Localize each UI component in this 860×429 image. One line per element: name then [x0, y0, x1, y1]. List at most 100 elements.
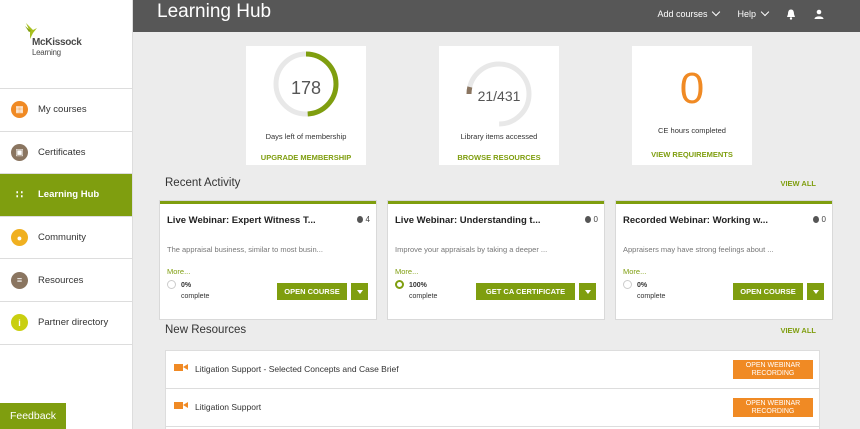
- user-menu[interactable]: [814, 9, 824, 19]
- progress-text: 0% complete: [181, 280, 209, 302]
- view-count-value: 4: [365, 215, 370, 224]
- activity-card-title[interactable]: Live Webinar: Understanding t...: [395, 215, 541, 226]
- activity-card-description: Appraisers may have strong feelings abou…: [623, 245, 774, 254]
- get-ca-certificate-button[interactable]: GET CA CERTIFICATE: [476, 283, 575, 300]
- chevron-down-icon[interactable]: [807, 283, 824, 300]
- progress-text: 0% complete: [637, 280, 665, 302]
- view-count: 0: [812, 215, 826, 224]
- bell-icon: [787, 9, 795, 20]
- chevron-down-icon: [760, 7, 770, 17]
- recent-view-all-link[interactable]: VIEW ALL: [780, 179, 816, 188]
- view-count-value: 0: [821, 215, 826, 224]
- more-link[interactable]: More...: [167, 267, 190, 276]
- add-courses-label: Add courses: [657, 9, 708, 19]
- help-menu[interactable]: Help: [737, 7, 770, 19]
- activity-card-description: Improve your appraisals by taking a deep…: [395, 245, 548, 254]
- sidebar: McKissock Learning ▦ My courses ▣ Certif…: [0, 0, 133, 429]
- progress-percent: 0%: [637, 282, 648, 289]
- sidebar-item-label: Certificates: [38, 146, 86, 158]
- add-courses-menu[interactable]: Add courses: [657, 7, 721, 19]
- list-item[interactable]: Litigation Support OPEN WEBINAR RECORDIN…: [166, 389, 819, 427]
- notifications-button[interactable]: [786, 9, 796, 20]
- video-camera-icon: [174, 402, 188, 409]
- progress-percent: 100%: [409, 282, 427, 289]
- eye-icon: [584, 216, 591, 223]
- activity-card[interactable]: Recorded Webinar: Working w... 0 Apprais…: [616, 201, 832, 319]
- ce-hours-label: CE hours completed: [658, 126, 726, 135]
- library-stat-card: 21/431 Library items accessed BROWSE RES…: [439, 46, 559, 165]
- list-item[interactable]: Litigation Support - Selected Concepts a…: [166, 351, 819, 389]
- sidebar-item-label: Partner directory: [38, 317, 109, 329]
- top-bar: Learning Hub Add courses Help: [133, 0, 860, 32]
- view-count: 0: [584, 215, 598, 224]
- sidebar-item-learning-hub[interactable]: ∷ Learning Hub: [0, 174, 132, 217]
- new-resources-title: New Resources: [165, 324, 247, 336]
- resource-title[interactable]: Litigation Support - Selected Concepts a…: [195, 364, 399, 374]
- ce-hours-stat-card: 0 CE hours completed VIEW REQUIREMENTS: [632, 46, 752, 165]
- resources-list: Litigation Support - Selected Concepts a…: [165, 350, 820, 429]
- progress-complete-label: complete: [637, 293, 666, 300]
- view-count: 4: [356, 215, 370, 224]
- video-camera-icon: [174, 364, 188, 371]
- book-icon: ▦: [11, 101, 28, 119]
- library-items-value: 21/431: [477, 88, 521, 104]
- browse-resources-link[interactable]: BROWSE RESOURCES: [439, 153, 559, 162]
- feedback-button[interactable]: Feedback: [0, 403, 66, 429]
- open-course-button[interactable]: OPEN COURSE: [277, 283, 347, 300]
- stack-icon: ≡: [11, 271, 28, 289]
- sidebar-item-label: My courses: [38, 104, 87, 116]
- more-link[interactable]: More...: [623, 267, 646, 276]
- sidebar-item-label: Community: [38, 232, 87, 244]
- activity-card-description: The appraisal business, similar to most …: [167, 245, 323, 254]
- open-webinar-recording-button[interactable]: OPEN WEBINAR RECORDING: [733, 398, 813, 417]
- info-icon: i: [11, 314, 28, 332]
- brand-name: McKissock Learning: [32, 37, 82, 58]
- certificate-icon: ▣: [11, 143, 28, 161]
- recent-activity-title: Recent Activity: [165, 177, 241, 189]
- activity-card[interactable]: Live Webinar: Expert Witness T... 4 The …: [160, 201, 376, 319]
- progress-text: 100% complete: [409, 280, 437, 302]
- more-link[interactable]: More...: [395, 267, 418, 276]
- activity-card-title[interactable]: Live Webinar: Expert Witness T...: [167, 215, 316, 226]
- eye-icon: [356, 216, 363, 223]
- library-label: Library items accessed: [460, 132, 538, 141]
- chevron-down-icon: [712, 7, 721, 17]
- chevron-down-icon[interactable]: [351, 283, 368, 300]
- resources-view-all-link[interactable]: VIEW ALL: [780, 326, 816, 335]
- chevron-down-icon[interactable]: [579, 283, 596, 300]
- people-icon: ●: [11, 229, 28, 247]
- progress-circle-icon: [395, 280, 404, 289]
- top-nav: Add courses Help: [657, 0, 860, 28]
- upgrade-membership-link[interactable]: UPGRADE MEMBERSHIP: [246, 153, 366, 162]
- ce-hours-value: 0: [679, 64, 705, 113]
- sidebar-item-certificates[interactable]: ▣ Certificates: [0, 132, 132, 175]
- membership-stat-card: 178 Days left of membership UPGRADE MEMB…: [246, 46, 366, 165]
- progress-complete-label: complete: [181, 293, 210, 300]
- sidebar-item-partner-directory[interactable]: i Partner directory: [0, 302, 132, 345]
- progress-circle-icon: [167, 280, 176, 289]
- sidebar-item-label: Learning Hub: [38, 189, 100, 201]
- sidebar-item-community[interactable]: ● Community: [0, 217, 132, 260]
- membership-days-value: 178: [290, 78, 322, 98]
- sidebar-item-label: Resources: [38, 274, 84, 286]
- brand-sub: Learning: [32, 48, 61, 57]
- activity-card-title[interactable]: Recorded Webinar: Working w...: [623, 215, 768, 226]
- logo[interactable]: McKissock Learning: [0, 0, 132, 89]
- eye-icon: [812, 216, 819, 223]
- hub-icon: ∷: [16, 189, 23, 202]
- view-requirements-link[interactable]: VIEW REQUIREMENTS: [632, 150, 752, 159]
- activity-card[interactable]: Live Webinar: Understanding t... 0 Impro…: [388, 201, 604, 319]
- open-course-button[interactable]: OPEN COURSE: [733, 283, 803, 300]
- progress-percent: 0%: [181, 282, 192, 289]
- progress-complete-label: complete: [409, 293, 438, 300]
- user-icon: [814, 9, 824, 19]
- resource-title[interactable]: Litigation Support: [195, 402, 261, 412]
- membership-label: Days left of membership: [265, 132, 347, 141]
- view-count-value: 0: [593, 215, 598, 224]
- progress-circle-icon: [623, 280, 632, 289]
- sidebar-item-resources[interactable]: ≡ Resources: [0, 259, 132, 302]
- help-label: Help: [737, 9, 756, 19]
- sidebar-item-my-courses[interactable]: ▦ My courses: [0, 89, 132, 132]
- page-title: Learning Hub: [157, 1, 272, 22]
- open-webinar-recording-button[interactable]: OPEN WEBINAR RECORDING: [733, 360, 813, 379]
